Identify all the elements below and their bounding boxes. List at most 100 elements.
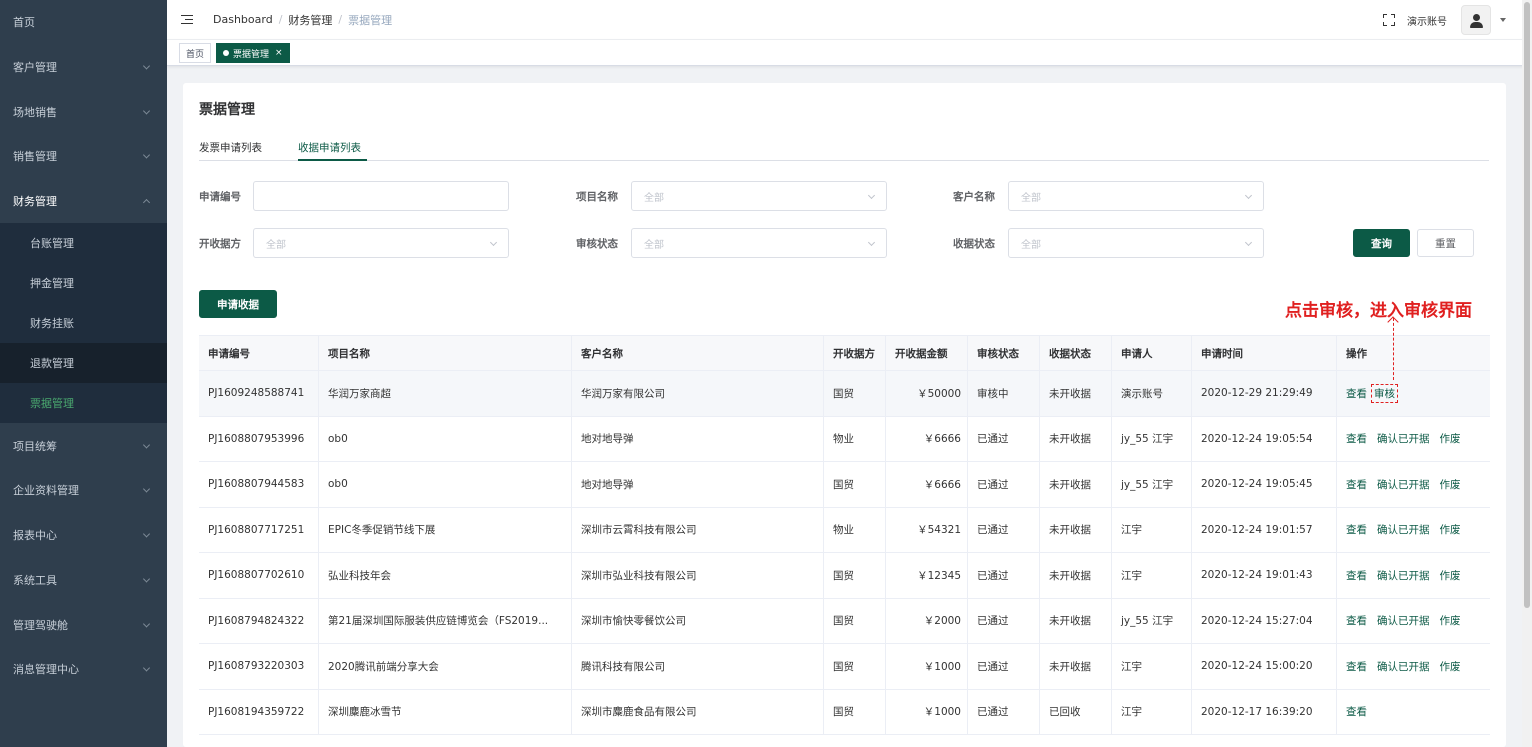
table-row: PJ1608793220303 2020腾讯前端分享大会 腾讯科技有限公司 国贸…: [199, 644, 1490, 690]
view-link[interactable]: 查看: [1346, 568, 1367, 583]
issuer-select[interactable]: 全部: [253, 228, 509, 258]
cell-customer: 地对地导弹: [572, 416, 824, 461]
cell-time: 2020-12-24 19:01:43: [1192, 553, 1337, 598]
cell-receipt-status: 未开收据: [1040, 598, 1112, 643]
sidebar-item-enterprise[interactable]: 企业资料管理: [0, 468, 167, 513]
tag-home[interactable]: 首页: [179, 43, 212, 63]
tag-label: 首页: [186, 49, 205, 60]
column-header: 申请编号: [199, 336, 319, 370]
sidebar-subitem-ledger[interactable]: 台账管理: [0, 223, 167, 263]
confirm-issued-link[interactable]: 确认已开据: [1377, 568, 1430, 583]
breadcrumb-separator: /: [278, 13, 283, 26]
hamburger-icon[interactable]: [181, 14, 193, 25]
audit-status-select[interactable]: 全部: [631, 228, 887, 258]
chevron-down-icon: [142, 530, 151, 538]
cell-audit-status: 已通过: [968, 644, 1040, 689]
project-name-select[interactable]: 全部: [631, 181, 887, 211]
view-link[interactable]: 查看: [1346, 477, 1367, 492]
audit-link[interactable]: 审核: [1371, 383, 1398, 403]
sidebar-subitem-invoice[interactable]: 票据管理: [0, 383, 167, 423]
table-row: PJ1608194359722 深圳麋鹿冰雪节 深圳市麋鹿食品有限公司 国贸 ￥…: [199, 689, 1490, 735]
view-link[interactable]: 查看: [1346, 659, 1367, 674]
cell-customer: 华润万家有限公司: [572, 371, 824, 416]
cell-issuer: 国贸: [824, 462, 886, 507]
void-link[interactable]: 作废: [1440, 568, 1461, 583]
chevron-down-icon: [142, 664, 151, 672]
chevron-down-icon: [142, 62, 151, 70]
customer-name-select[interactable]: 全部: [1008, 181, 1264, 211]
sidebar-item-tools[interactable]: 系统工具: [0, 558, 167, 603]
chevron-down-icon: [1244, 238, 1253, 247]
cell-issuer: 国贸: [824, 371, 886, 416]
chevron-down-icon: [142, 441, 151, 449]
finance-submenu: 台账管理 押金管理 财务挂账 退款管理 票据管理: [0, 223, 167, 424]
tag-current[interactable]: 票据管理 ×: [216, 43, 290, 63]
account-name: 演示账号: [1407, 16, 1447, 28]
caret-down-icon[interactable]: [1500, 18, 1506, 22]
scrollbar-thumb[interactable]: [1524, 2, 1530, 608]
sidebar-item-cockpit[interactable]: 管理驾驶舱: [0, 602, 167, 647]
sidebar-subitem-accounts[interactable]: 财务挂账: [0, 303, 167, 343]
cell-apply-no: PJ1608807717251: [199, 507, 319, 552]
tab-receipt-list[interactable]: 收据申请列表: [298, 140, 361, 155]
cell-apply-no: PJ1608194359722: [199, 689, 319, 734]
confirm-issued-link[interactable]: 确认已开据: [1377, 477, 1430, 492]
cell-audit-status: 已通过: [968, 689, 1040, 734]
sidebar-item-sales[interactable]: 销售管理: [0, 134, 167, 179]
breadcrumb-dashboard[interactable]: Dashboard: [213, 13, 273, 26]
sidebar-item-home[interactable]: 首页: [0, 0, 167, 45]
void-link[interactable]: 作废: [1440, 659, 1461, 674]
chevron-down-icon: [142, 151, 151, 159]
view-link[interactable]: 查看: [1346, 613, 1367, 628]
table-row: PJ1608807944583 ob0 地对地导弹 国贸 ￥6666 已通过 未…: [199, 462, 1490, 508]
cell-audit-status: 审核中: [968, 371, 1040, 416]
view-link[interactable]: 查看: [1346, 704, 1367, 719]
confirm-issued-link[interactable]: 确认已开据: [1377, 659, 1430, 674]
receipt-status-select[interactable]: 全部: [1008, 228, 1264, 258]
sidebar-item-label: 首页: [13, 16, 35, 30]
apply-receipt-button[interactable]: 申请收据: [199, 290, 277, 318]
apply-no-input[interactable]: [253, 181, 509, 211]
page-scrollbar[interactable]: [1522, 0, 1532, 747]
sidebar-item-reports[interactable]: 报表中心: [0, 513, 167, 558]
confirm-issued-link[interactable]: 确认已开据: [1377, 613, 1430, 628]
fullscreen-icon[interactable]: [1383, 14, 1395, 26]
chevron-down-icon: [867, 191, 876, 200]
sidebar-subitem-refund[interactable]: 退款管理: [0, 343, 167, 384]
sidebar-item-finance[interactable]: 财务管理: [0, 179, 167, 224]
close-icon[interactable]: ×: [275, 48, 283, 58]
void-link[interactable]: 作废: [1440, 522, 1461, 537]
cell-actions: 查看 审核: [1337, 371, 1490, 416]
view-link[interactable]: 查看: [1346, 522, 1367, 537]
sidebar-subitem-label: 财务挂账: [30, 317, 74, 331]
sidebar-subitem-deposit[interactable]: 押金管理: [0, 263, 167, 303]
void-link[interactable]: 作废: [1440, 613, 1461, 628]
sidebar-item-customer[interactable]: 客户管理: [0, 45, 167, 90]
view-link[interactable]: 查看: [1346, 386, 1367, 401]
chevron-down-icon: [142, 485, 151, 494]
avatar[interactable]: [1461, 5, 1491, 35]
filter-label-audit: 审核状态: [576, 238, 618, 250]
cell-amount: ￥54321: [886, 507, 968, 552]
sidebar-item-venue-sales[interactable]: 场地销售: [0, 89, 167, 134]
sidebar-item-project[interactable]: 项目统筹: [0, 423, 167, 468]
reset-button[interactable]: 重置: [1417, 229, 1474, 257]
cell-project: 华润万家商超: [319, 371, 572, 416]
cell-applicant: 江宇: [1112, 689, 1192, 734]
void-link[interactable]: 作废: [1440, 477, 1461, 492]
sidebar: 首页 客户管理 场地销售 销售管理 财务管理 台账管理 押金管理 财务挂账 退款…: [0, 0, 167, 747]
confirm-issued-link[interactable]: 确认已开据: [1377, 431, 1430, 446]
query-button[interactable]: 查询: [1353, 229, 1410, 257]
chevron-down-icon: [142, 107, 151, 115]
confirm-issued-link[interactable]: 确认已开据: [1377, 522, 1430, 537]
cell-receipt-status: 未开收据: [1040, 644, 1112, 689]
annotation-text: 点击审核，进入审核界面: [1285, 301, 1472, 321]
sidebar-item-label: 项目统筹: [13, 439, 57, 453]
tab-invoice-list[interactable]: 发票申请列表: [199, 140, 262, 155]
view-link[interactable]: 查看: [1346, 431, 1367, 446]
sidebar-item-messages[interactable]: 消息管理中心: [0, 647, 167, 692]
void-link[interactable]: 作废: [1440, 431, 1461, 446]
tags-view: 首页 票据管理 ×: [167, 40, 1532, 66]
select-value: 全部: [644, 239, 664, 251]
breadcrumb: Dashboard / 财务管理 / 票据管理: [213, 12, 392, 28]
